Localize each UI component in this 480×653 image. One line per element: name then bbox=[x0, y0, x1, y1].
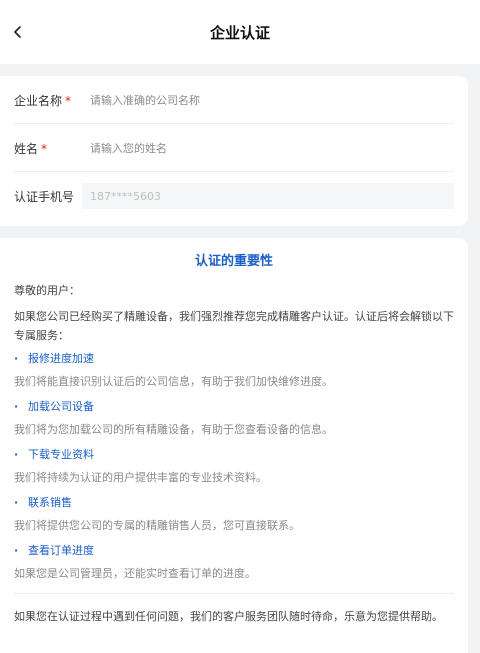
phone-label: 认证手机号 bbox=[14, 189, 75, 204]
feature-title: 加载公司设备 bbox=[28, 400, 94, 413]
footer-text: 如果您在认证过程中遇到任何问题，我们的客户服务团队随时待命，乐意为您提供帮助。 bbox=[14, 610, 443, 623]
company-name-row: 企业名称 * bbox=[0, 76, 468, 124]
nav-header: 企业认证 bbox=[0, 0, 480, 64]
company-name-input[interactable] bbox=[82, 87, 454, 113]
feature-load-devices[interactable]: · 加载公司设备 bbox=[14, 397, 94, 415]
feature-title: 报修进度加速 bbox=[28, 352, 94, 365]
back-button[interactable] bbox=[4, 18, 32, 46]
intro-text: 如果您公司已经购买了精雕设备，我们强烈推荐您完成精雕客户认证。认证后将会解锁以下… bbox=[14, 310, 454, 342]
bullet-icon: · bbox=[14, 399, 19, 413]
info-title: 认证的重要性 bbox=[194, 254, 273, 269]
feature-desc: 我们将持续为认证的用户提供丰富的专业技术资料。 bbox=[14, 471, 267, 484]
bullet-icon: · bbox=[14, 495, 19, 509]
name-input[interactable] bbox=[82, 135, 454, 161]
feature-title: 联系销售 bbox=[28, 496, 72, 509]
feature-desc: 我们将提供您公司的专属的精雕销售人员，您可直接联系。 bbox=[14, 519, 300, 532]
divider bbox=[14, 593, 454, 594]
feature-download-docs[interactable]: · 下载专业资料 bbox=[14, 445, 94, 463]
bullet-icon: · bbox=[14, 351, 19, 365]
required-mark: * bbox=[65, 93, 72, 108]
feature-desc: 我们将为您加载公司的所有精雕设备，有助于您查看设备的信息。 bbox=[14, 423, 333, 436]
phone-input bbox=[82, 183, 454, 209]
bullet-icon: · bbox=[14, 543, 19, 557]
required-mark: * bbox=[41, 141, 48, 156]
info-card: 认证的重要性 尊敬的用户： 如果您公司已经购买了精雕设备，我们强烈推荐您完成精雕… bbox=[0, 238, 468, 653]
form-card: 企业名称* 姓名* 认证手机号 bbox=[0, 76, 468, 226]
page-title: 企业认证 bbox=[209, 23, 270, 42]
chevron-left-icon bbox=[14, 26, 21, 38]
feature-title: 下载专业资料 bbox=[28, 448, 94, 461]
feature-desc: 我们将能直接识别认证后的公司信息，有助于我们加快维修进度。 bbox=[14, 375, 333, 388]
feature-order-progress[interactable]: · 查看订单进度 bbox=[14, 541, 94, 559]
feature-desc: 如果您是公司管理员，还能实时查看订单的进度。 bbox=[14, 567, 256, 580]
phone-row: 认证手机号 bbox=[0, 172, 468, 220]
feature-title: 查看订单进度 bbox=[28, 544, 94, 557]
page: 企业认证 企业名称* 姓名* 认证手机号 认证的重要性 尊敬的用户： 如果您公司… bbox=[0, 0, 480, 653]
feature-contact-sales[interactable]: · 联系销售 bbox=[14, 493, 72, 511]
name-row: 姓名 * bbox=[0, 124, 468, 172]
feature-repair-progress[interactable]: · 报修进度加速 bbox=[14, 349, 94, 367]
greeting-text: 尊敬的用户： bbox=[14, 284, 80, 297]
company-name-label: 企业名称 * bbox=[14, 93, 72, 108]
bullet-icon: · bbox=[14, 447, 19, 461]
name-label: 姓名 * bbox=[14, 141, 48, 156]
